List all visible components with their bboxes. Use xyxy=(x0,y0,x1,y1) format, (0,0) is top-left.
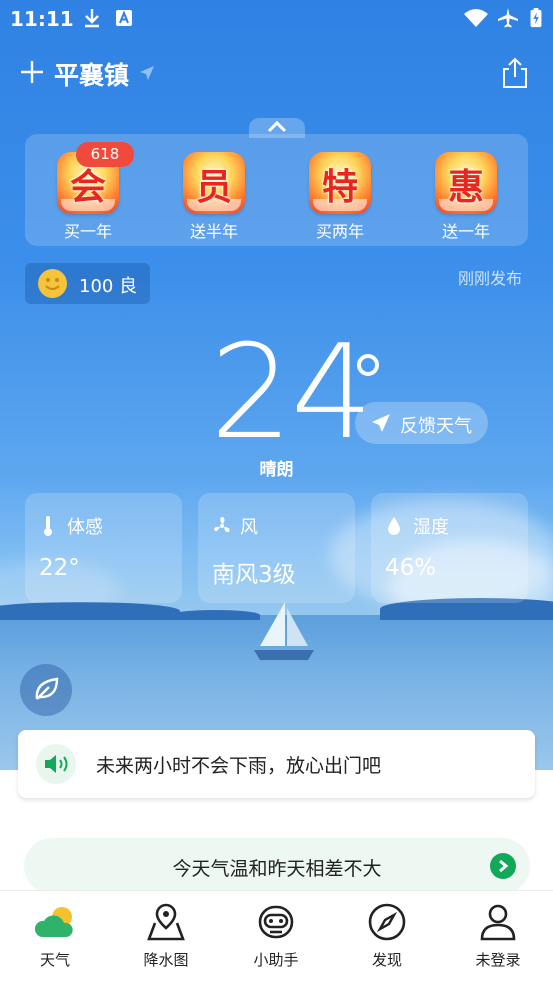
compass-icon xyxy=(368,903,406,941)
smile-face-icon xyxy=(38,269,67,298)
tab-label: 未登录 xyxy=(475,951,521,969)
metric-label: 体感 xyxy=(67,517,103,538)
promo-char: 惠 xyxy=(447,167,484,208)
promo-label: 买一年 xyxy=(63,222,112,241)
air-quality-chip[interactable]: 100 良 xyxy=(25,263,150,304)
tab-weather[interactable]: 天气 xyxy=(0,891,110,983)
wifi-icon xyxy=(464,9,488,27)
thermometer-icon xyxy=(44,516,52,536)
wind-card[interactable]: 风 南风3级 xyxy=(198,493,355,603)
airplane-icon xyxy=(498,8,518,28)
metric-label: 风 xyxy=(240,517,258,538)
robot-icon xyxy=(258,905,294,939)
life-index-button[interactable] xyxy=(20,664,72,716)
tab-label: 降水图 xyxy=(143,951,189,969)
metric-value: 22° xyxy=(39,555,80,581)
promo-item-3[interactable]: 特 买两年 xyxy=(300,152,380,242)
tab-discover[interactable]: 发现 xyxy=(332,891,442,983)
fan-icon xyxy=(214,517,230,533)
metric-value: 46% xyxy=(385,555,437,581)
tab-profile[interactable]: 未登录 xyxy=(443,891,553,983)
temperature-diff-text: 今天气温和昨天相差不大 xyxy=(172,858,382,880)
status-bar: 11:11 xyxy=(0,0,553,38)
battery-charging-icon xyxy=(530,8,542,28)
tab-label: 天气 xyxy=(39,951,70,969)
feedback-weather-button[interactable]: 反馈天气 xyxy=(355,402,488,444)
promo-label: 买两年 xyxy=(315,222,364,241)
degree-symbol xyxy=(357,354,379,376)
tab-assistant[interactable]: 小助手 xyxy=(221,891,331,983)
app-notification-icon xyxy=(116,10,132,26)
bottom-tab-bar: 天气 降水图 小助手 发现 未登录 xyxy=(0,890,553,983)
current-temperature: 24 xyxy=(210,316,373,468)
share-icon[interactable] xyxy=(500,57,530,89)
chevron-right-icon[interactable] xyxy=(490,853,516,879)
status-time: 11:11 xyxy=(10,7,74,31)
user-icon xyxy=(480,904,516,941)
promo-label: 送半年 xyxy=(189,222,238,241)
tab-precipitation-map[interactable]: 降水图 xyxy=(111,891,221,983)
weather-condition: 晴朗 xyxy=(259,460,294,480)
metric-value: 南风3级 xyxy=(212,562,296,588)
promo-tile-icon: 特 xyxy=(309,152,371,214)
feels-like-card[interactable]: 体感 22° xyxy=(25,493,182,603)
promo-item-2[interactable]: 员 送半年 xyxy=(174,152,254,242)
air-quality-value: 100 良 xyxy=(79,276,138,297)
sailboat-illustration xyxy=(254,602,314,660)
promo-item-4[interactable]: 惠 送一年 xyxy=(426,152,506,242)
rain-notice-text: 未来两小时不会下雨，放心出门吧 xyxy=(96,755,382,777)
chevron-up-icon xyxy=(267,121,287,133)
send-icon xyxy=(372,414,390,432)
rain-forecast-card[interactable]: 未来两小时不会下雨，放心出门吧 xyxy=(18,730,535,798)
promo-tile-icon: 惠 xyxy=(435,152,497,214)
promo-label: 送一年 xyxy=(441,222,490,241)
promo-badge: 618 xyxy=(76,142,134,167)
promo-char: 员 xyxy=(195,167,232,208)
sun-cloud-icon xyxy=(34,907,73,937)
leaf-icon xyxy=(35,677,59,700)
location-arrow-icon xyxy=(140,66,154,80)
promo-char: 特 xyxy=(321,167,358,208)
add-city-icon[interactable] xyxy=(20,60,44,84)
promo-tile-icon: 员 xyxy=(183,152,245,214)
tab-label: 发现 xyxy=(371,951,402,969)
speaker-button[interactable] xyxy=(36,744,76,784)
metric-label: 湿度 xyxy=(413,517,449,538)
published-time: 刚刚发布 xyxy=(458,269,523,288)
download-icon xyxy=(85,9,99,28)
speaker-icon xyxy=(45,755,68,773)
map-pin-icon xyxy=(147,903,185,941)
feedback-label: 反馈天气 xyxy=(400,416,472,437)
top-bar: 平襄镇 xyxy=(0,52,553,96)
location-name[interactable]: 平襄镇 xyxy=(54,56,129,92)
humidity-card[interactable]: 湿度 46% xyxy=(371,493,528,603)
water-drop-icon xyxy=(388,517,400,535)
temperature-diff-banner[interactable]: 今天气温和昨天相差不大 xyxy=(24,838,530,894)
tab-label: 小助手 xyxy=(253,951,299,969)
